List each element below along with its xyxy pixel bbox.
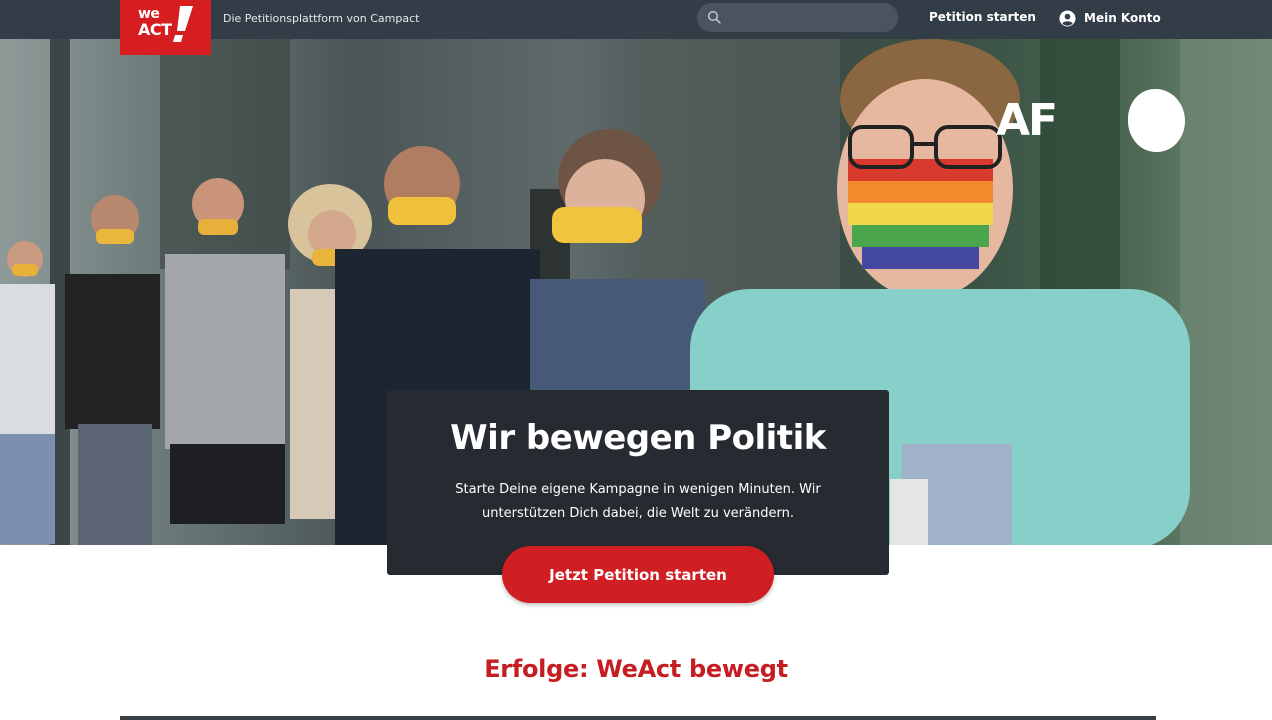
site-tagline: Die Petitionsplattform von Campact <box>223 12 420 25</box>
user-icon <box>1059 9 1076 27</box>
weact-logo[interactable]: we ACT <box>120 0 211 55</box>
search-icon <box>707 10 721 24</box>
successes-heading: Erfolge: WeAct bewegt <box>484 655 788 683</box>
my-account-link[interactable]: Mein Konto <box>1059 9 1161 27</box>
exclamation-mark-icon <box>173 6 193 42</box>
watermark-logo <box>1128 89 1185 152</box>
my-account-label: Mein Konto <box>1084 11 1161 25</box>
successes-gallery-strip <box>120 716 1156 720</box>
hero-title: Wir bewegen Politik <box>450 418 826 458</box>
start-petition-button[interactable]: Jetzt Petition starten <box>502 546 774 603</box>
hero-subtitle: Starte Deine eigene Kampagne in wenigen … <box>455 482 821 521</box>
watermark-text: AF <box>996 95 1058 146</box>
logo-text-act: ACT <box>138 20 172 39</box>
search-input[interactable] <box>727 3 891 34</box>
start-petition-link[interactable]: Petition starten <box>929 10 1036 24</box>
search-box[interactable] <box>697 3 898 34</box>
